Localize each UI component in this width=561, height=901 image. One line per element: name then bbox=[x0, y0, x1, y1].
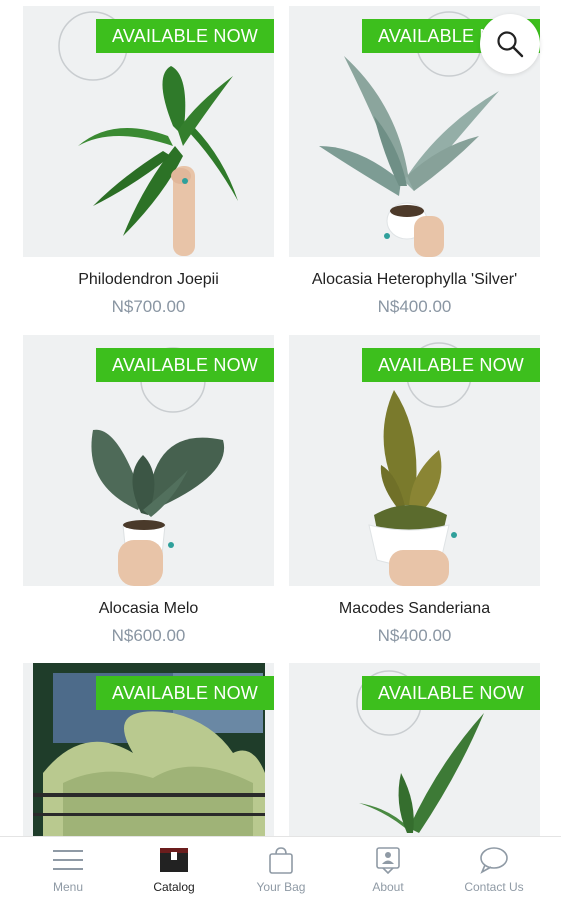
tab-label: Menu bbox=[52, 880, 84, 894]
product-price: N$700.00 bbox=[111, 297, 186, 316]
availability-badge: AVAILABLE NOW bbox=[96, 19, 274, 53]
availability-badge: AVAILABLE NOW bbox=[96, 676, 274, 710]
tab-catalog[interactable]: Catalog bbox=[118, 837, 230, 901]
product-card[interactable]: AVAILABLE NOW Macodes Sanderiana N$400.0… bbox=[289, 335, 540, 655]
product-image[interactable]: AVAILABLE NOW bbox=[289, 335, 540, 586]
tab-menu[interactable]: Menu bbox=[12, 837, 124, 901]
product-price: N$400.00 bbox=[377, 626, 452, 645]
about-icon bbox=[375, 846, 401, 874]
search-button[interactable] bbox=[480, 14, 540, 74]
tab-contact-us[interactable]: Contact Us bbox=[438, 837, 550, 901]
product-name[interactable]: Philodendron Joepii bbox=[23, 271, 274, 289]
product-image[interactable]: AVAILABLE NOW bbox=[23, 335, 274, 586]
product-card[interactable]: AVAILABLE NOW bbox=[23, 663, 274, 836]
tab-label: About bbox=[372, 880, 404, 894]
tab-label: Catalog bbox=[153, 880, 195, 894]
tab-label: Your Bag bbox=[256, 880, 306, 894]
bottom-tab-bar: Menu Catalog Your Bag About Contact Us bbox=[0, 836, 561, 901]
product-name[interactable]: Alocasia Melo bbox=[23, 600, 274, 618]
product-card[interactable]: AVAILABLE NOW Philodendron Joepii N$700.… bbox=[23, 6, 274, 326]
product-image[interactable]: AVAILABLE NOW bbox=[23, 6, 274, 257]
product-price: N$400.00 bbox=[377, 297, 452, 316]
availability-badge: AVAILABLE NOW bbox=[362, 348, 540, 382]
product-card[interactable]: AVAILABLE NOW bbox=[289, 663, 540, 836]
menu-icon bbox=[52, 846, 84, 874]
availability-badge: AVAILABLE NOW bbox=[96, 348, 274, 382]
product-card[interactable]: AVAILABLE NOW Alocasia Melo N$600.00 bbox=[23, 335, 274, 655]
bag-icon bbox=[268, 846, 294, 874]
product-name[interactable]: Macodes Sanderiana bbox=[289, 600, 540, 618]
product-image[interactable]: AVAILABLE NOW bbox=[23, 663, 274, 836]
chat-icon bbox=[479, 846, 509, 874]
product-image[interactable]: AVAILABLE NOW bbox=[289, 663, 540, 836]
search-icon bbox=[497, 31, 524, 58]
tab-your-bag[interactable]: Your Bag bbox=[225, 837, 337, 901]
product-price: N$600.00 bbox=[111, 626, 186, 645]
product-name[interactable]: Alocasia Heterophylla 'Silver' bbox=[289, 271, 540, 289]
tab-about[interactable]: About bbox=[332, 837, 444, 901]
tab-label: Contact Us bbox=[464, 880, 524, 894]
availability-badge: AVAILABLE NOW bbox=[362, 676, 540, 710]
catalog-icon bbox=[159, 846, 189, 874]
